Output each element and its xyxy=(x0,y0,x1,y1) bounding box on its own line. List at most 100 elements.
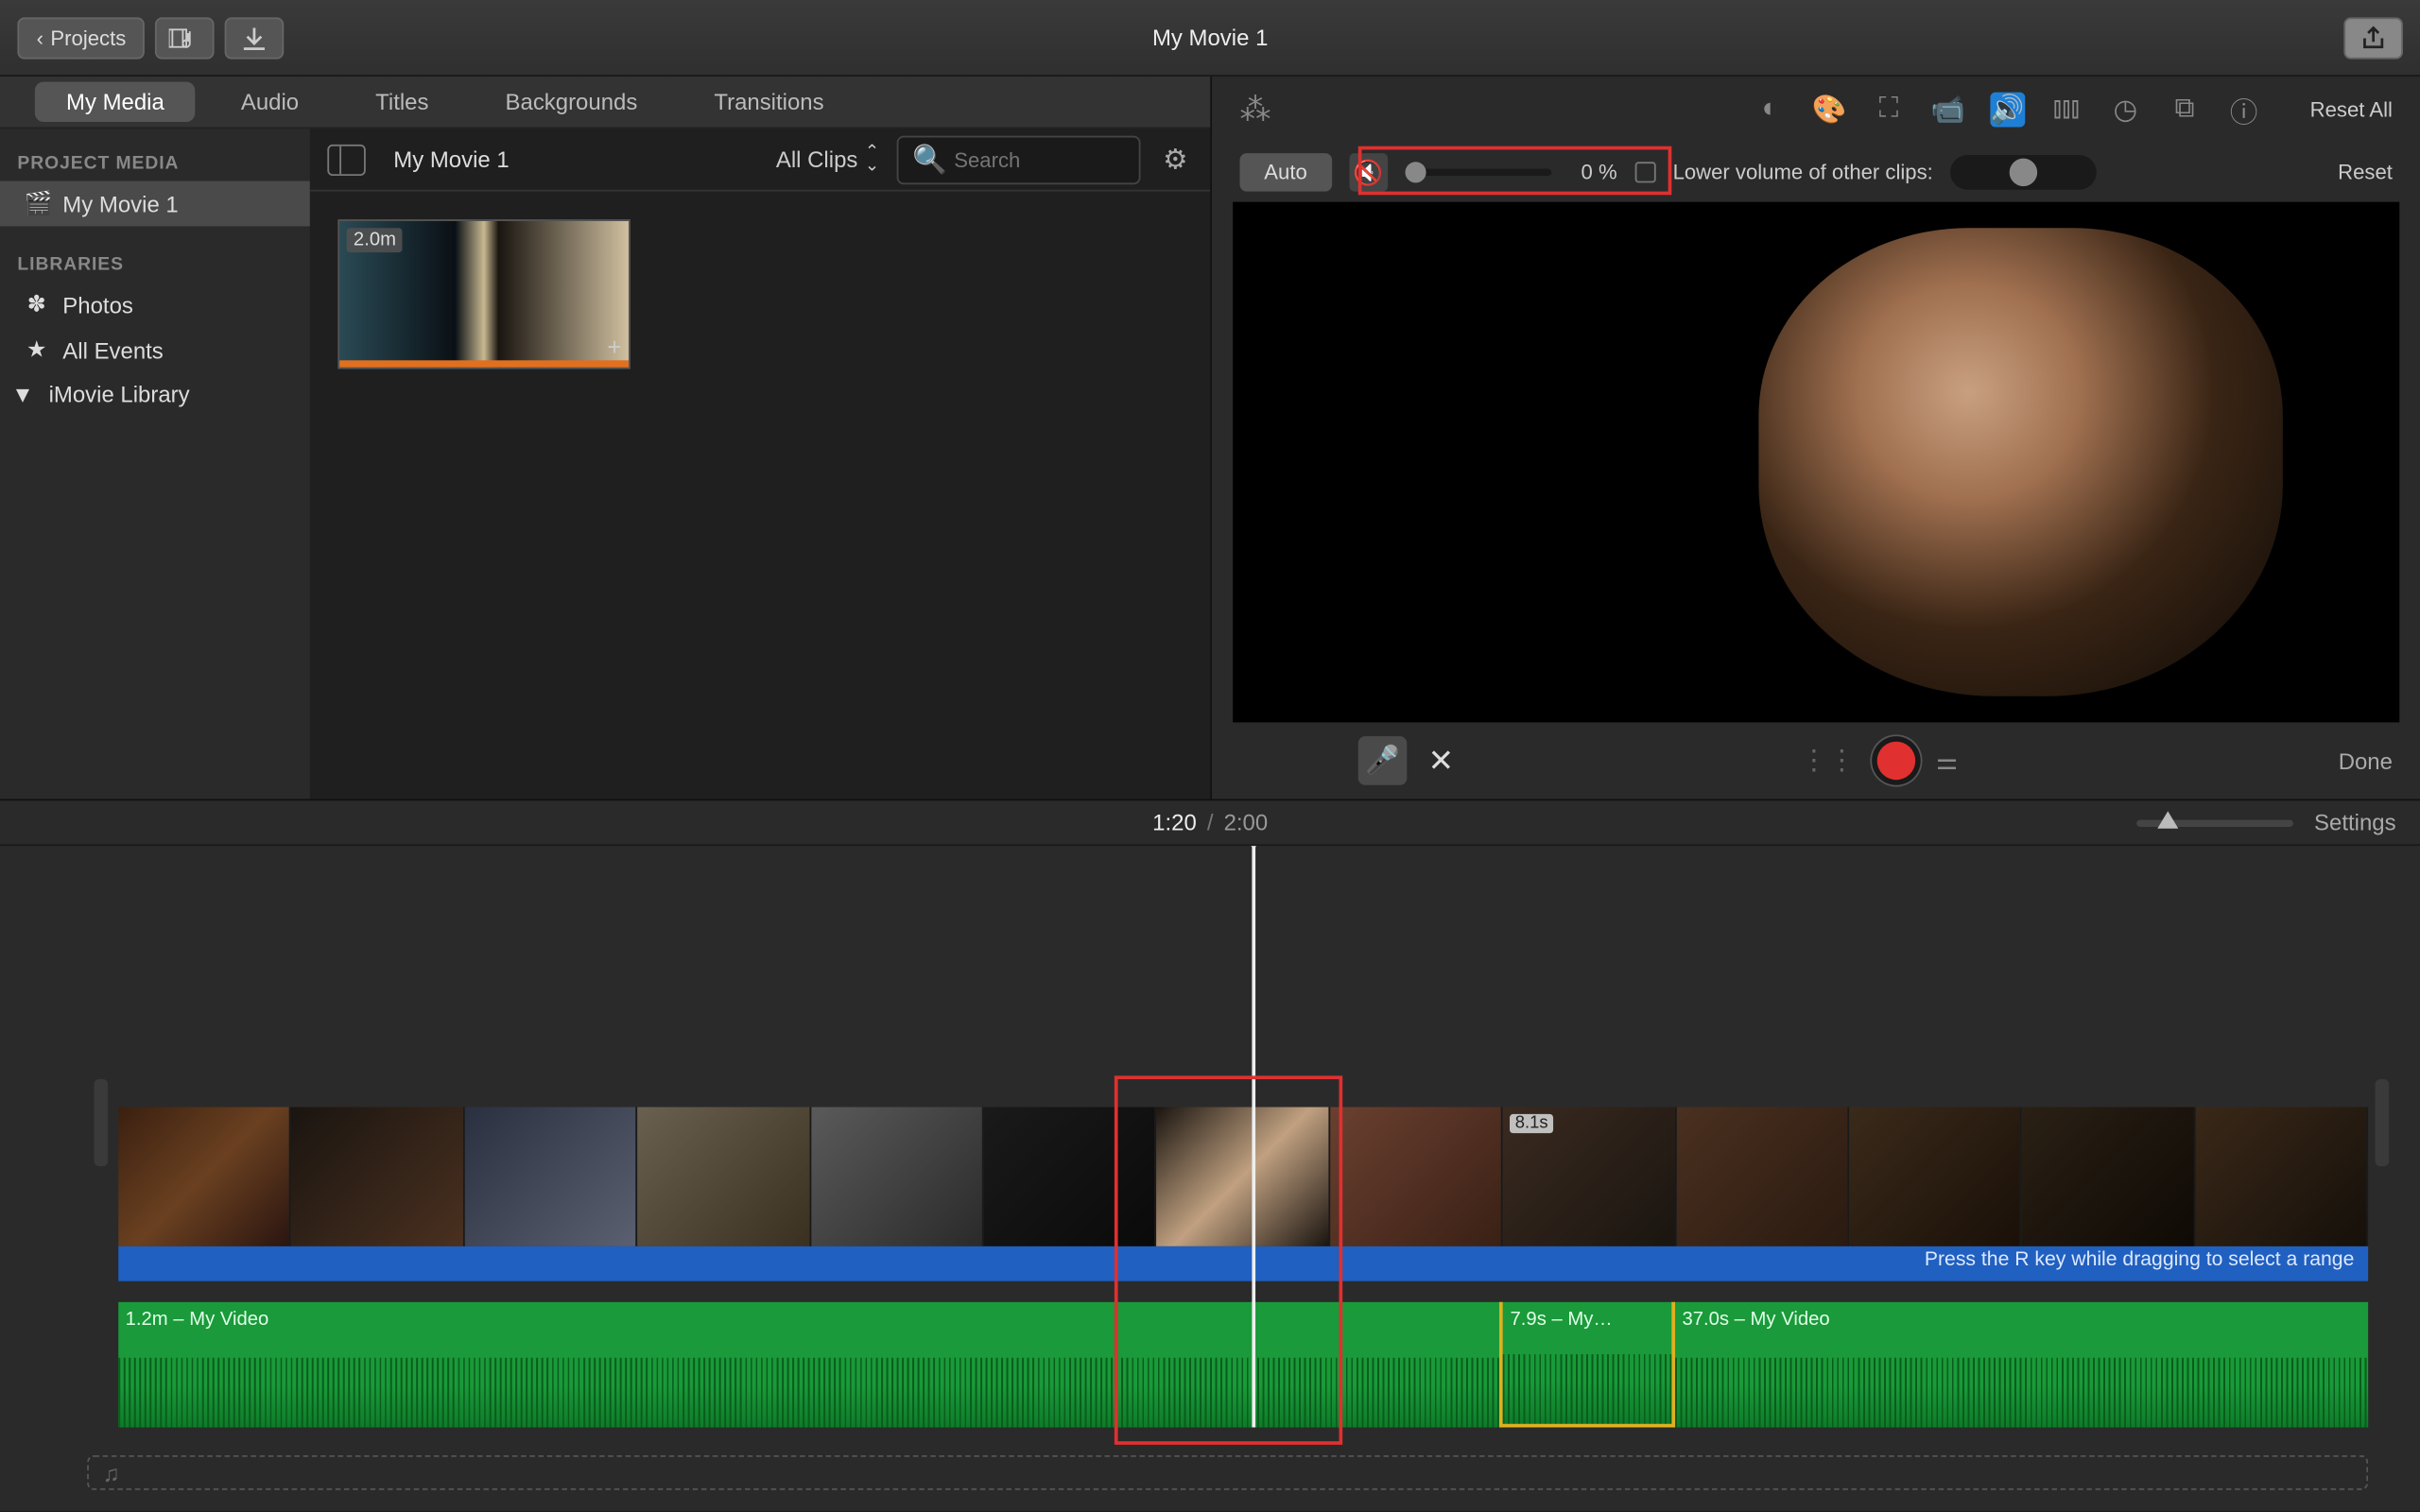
tab-my-media[interactable]: My Media xyxy=(35,82,196,122)
color-balance-button[interactable]: ◐ xyxy=(1753,93,1788,128)
enhance-button[interactable]: ⁂ xyxy=(1240,92,1271,129)
back-label: Projects xyxy=(50,26,126,50)
volume-button[interactable]: 🔊 xyxy=(1990,93,2025,128)
color-correction-button[interactable]: 🎨 xyxy=(1812,93,1847,128)
voiceover-mic-button[interactable]: 🎤 xyxy=(1358,736,1408,785)
speaker-icon: 🔊 xyxy=(1990,93,2025,128)
video-frame[interactable] xyxy=(984,1108,1157,1246)
inspector-toolbar: ⁂ ◐ 🎨 ⛶ 📹 🔊 ⫾⫾⫾ ◷ ⧉ ⓘ Reset All xyxy=(1212,77,2420,143)
video-audio-bar[interactable]: Press the R key while dragging to select… xyxy=(118,1246,2368,1281)
toggle-sidebar-button[interactable] xyxy=(327,144,366,175)
lower-volume-toggle[interactable] xyxy=(1950,155,2097,190)
music-note-icon: ♫ xyxy=(103,1460,120,1486)
search-input[interactable]: 🔍 xyxy=(897,135,1141,184)
search-field[interactable] xyxy=(954,147,1125,172)
noise-reduction-button[interactable]: ⫾⫾⫾ xyxy=(2048,93,2083,128)
sidebar-item-project[interactable]: 🎬 My Movie 1 xyxy=(0,181,310,227)
crop-button[interactable]: ⛶ xyxy=(1871,93,1906,128)
voiceover-options-button[interactable]: ⚌ xyxy=(1936,746,1958,775)
audio-clip-label: 1.2m – My Video xyxy=(126,1309,269,1330)
media-clip-thumbnail[interactable]: 2.0m + xyxy=(337,219,630,369)
waveform xyxy=(1675,1358,2368,1428)
sidebar-item-photos[interactable]: ✽ Photos xyxy=(0,282,310,327)
back-projects-button[interactable]: ‹ Projects xyxy=(17,16,145,58)
sidebar-header-libraries: LIBRARIES xyxy=(0,244,310,283)
tab-audio[interactable]: Audio xyxy=(210,82,331,122)
cancel-voiceover-button[interactable]: ✕ xyxy=(1427,743,1454,780)
info-button[interactable]: ⓘ xyxy=(2226,93,2261,128)
sidebar-header-project-media: PROJECT MEDIA xyxy=(0,143,310,181)
video-frame[interactable] xyxy=(811,1108,984,1246)
close-icon: ✕ xyxy=(1427,743,1454,778)
share-button[interactable] xyxy=(2343,16,2403,58)
zoom-knob[interactable] xyxy=(2157,810,2178,827)
lower-volume-checkbox[interactable] xyxy=(1634,162,1655,182)
volume-slider[interactable] xyxy=(1405,169,1551,176)
clapperboard-icon: 🎬 xyxy=(25,190,49,217)
timeline-settings-button[interactable]: Settings xyxy=(2314,810,2396,836)
video-preview[interactable] xyxy=(1233,202,2399,723)
reset-button[interactable]: Reset xyxy=(2338,160,2393,184)
video-frame[interactable] xyxy=(291,1108,464,1246)
audio-track[interactable]: 1.2m – My Video 7.9s – My… 37.0s – My Vi… xyxy=(118,1302,2368,1428)
add-clip-icon[interactable]: + xyxy=(608,333,622,360)
audio-clip-label: 37.0s – My Video xyxy=(1682,1309,1829,1330)
video-frame[interactable] xyxy=(637,1108,810,1246)
clip-filter-dropdown[interactable]: All Clips ⌃⌄ xyxy=(776,146,879,173)
audio-clip-selected[interactable]: 7.9s – My… xyxy=(1499,1302,1675,1428)
video-track[interactable]: 8.1s xyxy=(118,1108,2368,1246)
audio-clip-label: 7.9s – My… xyxy=(1511,1309,1613,1330)
speed-button[interactable]: ◷ xyxy=(2108,93,2143,128)
sidebar-library-label: iMovie Library xyxy=(49,381,190,407)
crop-icon: ⛶ xyxy=(1879,94,1899,125)
speedometer-icon: ◷ xyxy=(2114,93,2138,128)
sidebar-item-all-events[interactable]: ★ All Events xyxy=(0,327,310,372)
video-frame[interactable] xyxy=(2195,1108,2368,1246)
window-title: My Movie 1 xyxy=(1152,25,1268,51)
download-icon xyxy=(243,26,268,50)
sidebar-item-imovie-library[interactable]: ▼ iMovie Library xyxy=(0,372,310,416)
clip-filter-button[interactable]: ⧉ xyxy=(2168,93,2203,128)
video-frame[interactable]: 8.1s xyxy=(1503,1108,1676,1246)
video-frame[interactable] xyxy=(1330,1108,1503,1246)
video-frame[interactable] xyxy=(118,1108,291,1246)
playhead-time: 1:20 xyxy=(1152,810,1197,836)
slider-knob[interactable] xyxy=(1405,162,1426,182)
clip-handle-left[interactable] xyxy=(94,1078,108,1165)
timeline[interactable]: 8.1s Press the R key while dragging to s… xyxy=(0,846,2420,1511)
settings-gear-button[interactable]: ⚙ xyxy=(1158,142,1193,177)
tab-titles[interactable]: Titles xyxy=(344,82,460,122)
clip-duration-badge: 8.1s xyxy=(1510,1114,1553,1133)
media-import-button[interactable] xyxy=(156,16,216,58)
record-button[interactable] xyxy=(1876,742,1915,781)
half-circle-icon: ◐ xyxy=(1762,94,1779,125)
tab-transitions[interactable]: Transitions xyxy=(683,82,856,122)
tracks: 8.1s Press the R key while dragging to s… xyxy=(118,1108,2368,1428)
toggle-knob[interactable] xyxy=(2010,159,2037,186)
video-frame[interactable] xyxy=(1849,1108,2022,1246)
viewer-panel: ⁂ ◐ 🎨 ⛶ 📹 🔊 ⫾⫾⫾ ◷ ⧉ ⓘ Reset All Auto xyxy=(1212,77,2420,799)
video-frame[interactable] xyxy=(1676,1108,1849,1246)
mute-button[interactable]: 🔇 xyxy=(1349,153,1388,192)
stabilization-button[interactable]: 📹 xyxy=(1930,93,1965,128)
reset-all-button[interactable]: Reset All xyxy=(2310,97,2393,122)
sidebar-allevents-label: All Events xyxy=(62,336,163,363)
done-button[interactable]: Done xyxy=(2339,747,2393,774)
video-frame[interactable] xyxy=(464,1108,637,1246)
video-frame[interactable] xyxy=(1157,1108,1330,1246)
audio-clip[interactable]: 1.2m – My Video xyxy=(118,1302,1499,1428)
zoom-slider[interactable] xyxy=(2136,819,2293,826)
range-select-hint: Press the R key while dragging to select… xyxy=(1925,1250,2355,1271)
star-icon: ★ xyxy=(25,336,49,364)
background-music-well[interactable]: ♫ xyxy=(87,1455,2368,1490)
auto-button[interactable]: Auto xyxy=(1240,153,1332,192)
gear-icon: ⚙ xyxy=(1163,142,1187,177)
import-button[interactable] xyxy=(225,16,285,58)
clip-filter-label: All Clips xyxy=(776,146,858,173)
audio-clip[interactable]: 37.0s – My Video xyxy=(1675,1302,2368,1428)
clip-handle-right[interactable] xyxy=(2375,1078,2389,1165)
microphone-icon: 🎤 xyxy=(1365,744,1400,779)
playhead[interactable] xyxy=(1252,846,1255,1427)
video-frame[interactable] xyxy=(2022,1108,2195,1246)
tab-backgrounds[interactable]: Backgrounds xyxy=(474,82,668,122)
